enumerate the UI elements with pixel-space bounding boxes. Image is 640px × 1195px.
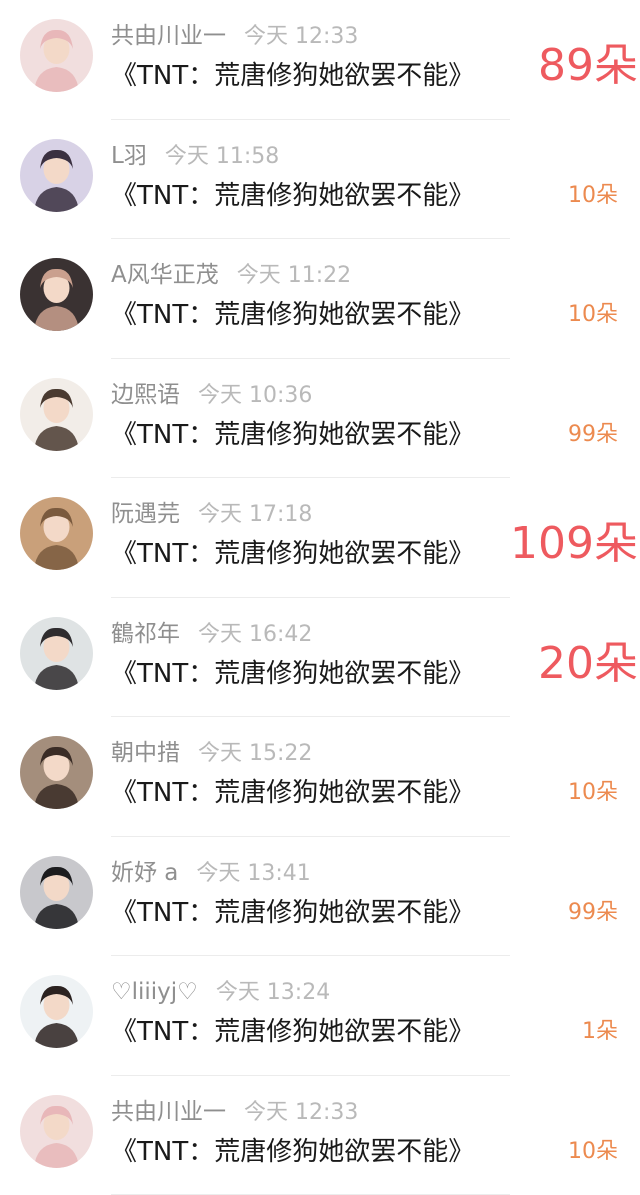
gift-count: 10朵 — [568, 1134, 618, 1170]
user-name[interactable]: L羽 — [111, 143, 147, 169]
item-meta: 妡妤 a 今天 13:41 — [111, 857, 311, 889]
book-title[interactable]: 《TNT：荒唐修狗她欲罢不能》 — [111, 1012, 509, 1052]
avatar[interactable] — [20, 617, 93, 690]
user-name[interactable]: 共由川业一 — [111, 1099, 226, 1125]
user-name[interactable]: 鶴祁年 — [111, 621, 180, 647]
avatar[interactable] — [20, 736, 93, 809]
book-title[interactable]: 《TNT：荒唐修狗她欲罢不能》 — [111, 56, 509, 96]
list-item[interactable]: 共由川业一今天 12:33 《TNT：荒唐修狗她欲罢不能》 89朵 — [0, 0, 640, 120]
timestamp: 今天 13:41 — [196, 861, 310, 886]
timestamp: 今天 13:24 — [216, 980, 330, 1005]
book-title[interactable]: 《TNT：荒唐修狗她欲罢不能》 — [111, 893, 509, 933]
list-item[interactable]: 妡妤 a 今天 13:41 《TNT：荒唐修狗她欲罢不能》 99朵 — [0, 837, 640, 957]
avatar[interactable] — [20, 378, 93, 451]
gift-count: 10朵 — [568, 775, 618, 811]
user-name[interactable]: 朝中措 — [111, 740, 180, 766]
avatar[interactable] — [20, 1095, 93, 1168]
timestamp: 今天 12:33 — [244, 24, 358, 49]
user-name[interactable]: A风华正茂 — [111, 262, 219, 288]
avatar-image — [20, 975, 93, 1048]
item-meta: 共由川业一今天 12:33 — [111, 1096, 358, 1128]
avatar-image — [20, 617, 93, 690]
avatar-image — [20, 856, 93, 929]
item-meta: 边熙语今天 10:36 — [111, 379, 312, 411]
user-name[interactable]: 阮遇芫 — [111, 501, 180, 527]
avatar[interactable] — [20, 856, 93, 929]
gift-count: 99朵 — [568, 895, 618, 931]
item-meta: 鶴祁年今天 16:42 — [111, 618, 312, 650]
timestamp: 今天 16:42 — [198, 622, 312, 647]
avatar[interactable] — [20, 258, 93, 331]
gift-count: 10朵 — [568, 178, 618, 214]
gift-count: 109朵 — [510, 514, 638, 574]
timestamp: 今天 11:58 — [165, 144, 279, 169]
avatar[interactable] — [20, 139, 93, 212]
book-title[interactable]: 《TNT：荒唐修狗她欲罢不能》 — [111, 415, 509, 455]
gift-count: 1朵 — [582, 1014, 618, 1050]
item-meta: 阮遇芫今天 17:18 — [111, 498, 312, 530]
book-title[interactable]: 《TNT：荒唐修狗她欲罢不能》 — [111, 654, 509, 694]
avatar[interactable] — [20, 19, 93, 92]
avatar-image — [20, 258, 93, 331]
item-meta: 共由川业一今天 12:33 — [111, 20, 358, 52]
avatar-image — [20, 1095, 93, 1168]
item-meta: A风华正茂今天 11:22 — [111, 259, 351, 291]
list-item[interactable]: 朝中措今天 15:22 《TNT：荒唐修狗她欲罢不能》 10朵 — [0, 717, 640, 837]
list-item[interactable]: A风华正茂今天 11:22 《TNT：荒唐修狗她欲罢不能》 10朵 — [0, 239, 640, 359]
user-name[interactable]: 边熙语 — [111, 382, 180, 408]
book-title[interactable]: 《TNT：荒唐修狗她欲罢不能》 — [111, 295, 509, 335]
user-name[interactable]: 妡妤 a — [111, 860, 178, 886]
timestamp: 今天 15:22 — [198, 741, 312, 766]
item-meta: ♡liiiyj♡ 今天 13:24 — [111, 976, 330, 1008]
gift-count: 89朵 — [538, 36, 638, 96]
book-title[interactable]: 《TNT：荒唐修狗她欲罢不能》 — [111, 534, 509, 574]
avatar-image — [20, 497, 93, 570]
avatar[interactable] — [20, 975, 93, 1048]
gift-count: 10朵 — [568, 297, 618, 333]
list-item[interactable]: 阮遇芫今天 17:18 《TNT：荒唐修狗她欲罢不能》109朵 — [0, 478, 640, 598]
timestamp: 今天 10:36 — [198, 383, 312, 408]
user-name[interactable]: ♡liiiyj♡ — [111, 979, 198, 1005]
avatar-image — [20, 378, 93, 451]
list-item[interactable]: 共由川业一今天 12:33 《TNT：荒唐修狗她欲罢不能》 10朵 — [0, 1076, 640, 1195]
avatar-image — [20, 139, 93, 212]
list-item[interactable]: L羽今天 11:58 《TNT：荒唐修狗她欲罢不能》 10朵 — [0, 120, 640, 240]
book-title[interactable]: 《TNT：荒唐修狗她欲罢不能》 — [111, 176, 509, 216]
user-name[interactable]: 共由川业一 — [111, 23, 226, 49]
timestamp: 今天 11:22 — [237, 263, 351, 288]
list-item[interactable]: ♡liiiyj♡ 今天 13:24 《TNT：荒唐修狗她欲罢不能》 1朵 — [0, 956, 640, 1076]
list-item[interactable]: 边熙语今天 10:36 《TNT：荒唐修狗她欲罢不能》 99朵 — [0, 359, 640, 479]
gift-count: 99朵 — [568, 417, 618, 453]
timestamp: 今天 17:18 — [198, 502, 312, 527]
gift-record-list: 共由川业一今天 12:33《TNT：荒唐修狗她欲罢不能》89朵L羽今天 11:5… — [0, 0, 640, 1186]
avatar-image — [20, 19, 93, 92]
item-meta: 朝中措今天 15:22 — [111, 737, 312, 769]
timestamp: 今天 12:33 — [244, 1100, 358, 1125]
item-meta: L羽今天 11:58 — [111, 140, 279, 172]
list-item[interactable]: 鶴祁年今天 16:42 《TNT：荒唐修狗她欲罢不能》 20朵 — [0, 598, 640, 718]
book-title[interactable]: 《TNT：荒唐修狗她欲罢不能》 — [111, 1132, 509, 1172]
avatar-image — [20, 736, 93, 809]
avatar[interactable] — [20, 497, 93, 570]
gift-count: 20朵 — [538, 634, 638, 694]
book-title[interactable]: 《TNT：荒唐修狗她欲罢不能》 — [111, 773, 509, 813]
